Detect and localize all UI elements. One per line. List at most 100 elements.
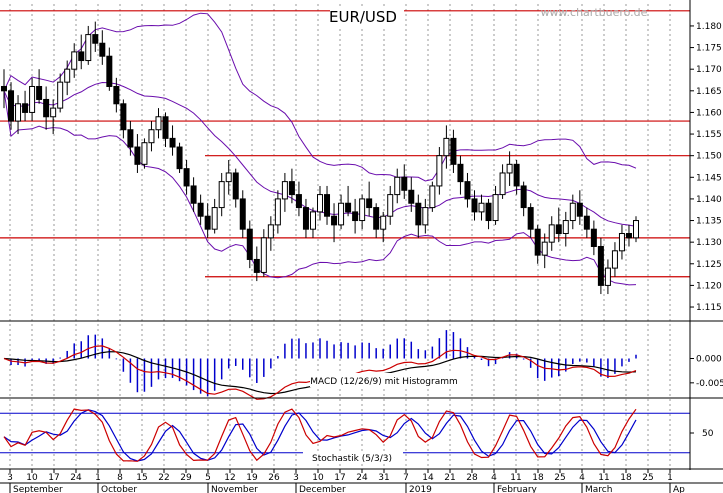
candle-up (274, 198, 281, 226)
x-tick-label: 4 (491, 473, 497, 483)
price-tick-label: 1.180 (696, 22, 722, 32)
candle-up (499, 172, 506, 196)
x-tick-label: 31 (378, 473, 389, 483)
x-tick-label: 17 (48, 473, 59, 483)
x-tick-label: 4 (579, 473, 585, 483)
x-tick-label: 28 (466, 473, 478, 483)
candle-down (8, 90, 15, 122)
candle-down (169, 137, 176, 148)
candle-down (590, 228, 597, 247)
candle-down (408, 189, 415, 204)
x-tick-label: 1 (95, 473, 101, 483)
candle-down (464, 181, 471, 200)
candle-down (401, 176, 408, 191)
candle-up (50, 107, 57, 118)
candle-down (576, 202, 583, 217)
candle-down (197, 202, 204, 217)
candle-down (232, 172, 239, 200)
candle-down (1, 85, 7, 92)
x-tick-label: 26 (268, 473, 280, 483)
candle-down (534, 228, 541, 256)
month-label: March (585, 485, 612, 493)
candle-down (345, 202, 352, 213)
price-tick-label: 1.130 (696, 238, 722, 248)
candle-up (148, 129, 155, 144)
candle-down (204, 215, 211, 230)
candle-up (562, 220, 569, 235)
x-tick-label: 11 (598, 473, 609, 483)
x-tick-label: 3 (7, 473, 13, 483)
candle-down (295, 194, 302, 209)
candle-up (604, 267, 611, 286)
x-tick-label: 25 (554, 473, 565, 483)
price-tick-label: 1.120 (696, 281, 722, 291)
candle-up (541, 241, 548, 256)
month-label: February (497, 485, 538, 493)
candle-up (436, 155, 443, 187)
x-tick-label: 24 (70, 473, 82, 483)
x-tick-label: 11 (510, 473, 521, 483)
stoch-label: Stochastik (5/3/3) (312, 454, 392, 464)
candle-down (162, 116, 169, 139)
candle-down (22, 103, 29, 113)
x-tick-label: 10 (26, 473, 38, 483)
x-tick-label: 5 (205, 473, 211, 483)
price-tick-label: 1.115 (696, 303, 722, 313)
candle-up (317, 194, 323, 213)
x-tick-label: 22 (158, 473, 169, 483)
x-tick-label: 1 (667, 473, 673, 483)
candle-down (183, 168, 190, 187)
x-tick-label: 17 (334, 473, 345, 483)
candle-up (281, 181, 288, 200)
candle-up (71, 51, 78, 70)
candle-down (176, 146, 183, 170)
candle-up (57, 81, 64, 109)
price-tick-label: 1.135 (696, 217, 722, 227)
candle-up (429, 185, 436, 209)
candle-down (239, 198, 246, 230)
candle-down (324, 194, 331, 217)
candle-up (359, 198, 366, 222)
candle-down (450, 137, 457, 165)
x-tick-label: 18 (620, 473, 632, 483)
price-tick-label: 1.140 (696, 195, 722, 205)
candle-down (253, 258, 260, 273)
x-tick-label: 25 (642, 473, 653, 483)
candle-up (141, 142, 148, 165)
price-tick-label: 1.175 (696, 44, 722, 54)
candle-down (583, 215, 590, 230)
watermark: www.chartbuero.de (541, 6, 648, 19)
candle-down (331, 215, 338, 226)
candle-down (520, 185, 527, 209)
candle-up (548, 224, 555, 243)
candle-down (99, 42, 106, 57)
candle-up (618, 233, 625, 252)
candle-down (134, 146, 141, 165)
candle-down (246, 228, 253, 260)
month-label: 2019 (409, 485, 432, 493)
x-tick-label: 29 (180, 473, 192, 483)
price-tick-label: 1.145 (696, 173, 722, 183)
macd-label: MACD (12/26/9) mit Histogramm (310, 377, 458, 387)
candle-down (190, 185, 197, 204)
x-tick-label: 12 (224, 473, 235, 483)
candle-up (611, 250, 618, 269)
candle-down (373, 207, 380, 230)
month-label: November (211, 485, 258, 493)
x-tick-label: 18 (532, 473, 544, 483)
candle-up (422, 207, 429, 226)
x-tick-label: 3 (293, 473, 299, 483)
x-tick-label: 7 (403, 473, 409, 483)
candle-up (478, 202, 485, 213)
x-tick-label: 14 (422, 473, 434, 483)
candle-up (387, 194, 394, 217)
x-tick-label: 21 (444, 473, 455, 483)
candle-up (155, 116, 162, 131)
candle-down (366, 198, 373, 209)
candle-down (352, 211, 359, 222)
candle-down (288, 181, 295, 196)
candle-up (380, 215, 387, 230)
candle-up (267, 224, 274, 239)
candle-down (485, 202, 492, 222)
candle-up (260, 237, 267, 273)
